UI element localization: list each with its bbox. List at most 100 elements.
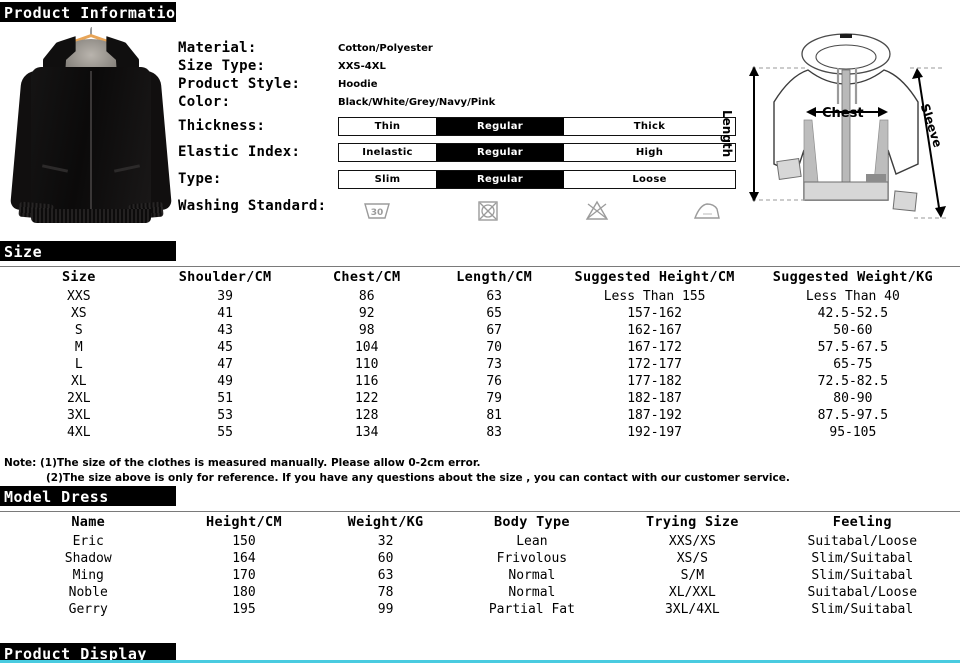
- garment-measurement-diagram: Length Chest Sleeve: [720, 24, 956, 232]
- model-table-cell: 164: [232, 551, 256, 566]
- model-table-cell: Frivolous: [496, 551, 568, 566]
- size-table-header-cell: Suggested Weight/KG: [772, 269, 933, 285]
- size-table-cell: 83: [486, 425, 502, 440]
- model-table-cell: 3XL/4XL: [664, 602, 720, 617]
- svg-text:30: 30: [371, 208, 384, 218]
- size-table-cell: Less Than 155: [603, 289, 706, 304]
- model-table-cell: XS/S: [676, 551, 709, 566]
- size-table-cell: 104: [354, 340, 379, 355]
- size-table-cell: 65: [486, 306, 502, 321]
- model-table-header-cell: Trying Size: [646, 514, 739, 530]
- size-table-cell: 65-75: [833, 357, 873, 372]
- size-table-top-rule: [0, 266, 960, 267]
- model-table-cell: 195: [232, 602, 256, 617]
- option-thickness-regular[interactable]: Regular: [436, 118, 564, 135]
- model-table-row: Eric 150 32 Lean XXS/XS Suitabal/Loose: [8, 533, 952, 550]
- diagram-label-chest: Chest: [822, 106, 864, 121]
- size-table-row: 2XL 51 122 79 182-187 80-90: [8, 390, 952, 407]
- option-type-slim[interactable]: Slim: [339, 171, 436, 188]
- model-table-row: Shadow 164 60 Frivolous XS/S Slim/Suitabal: [8, 550, 952, 567]
- model-table-cell: 78: [377, 585, 394, 600]
- do-not-bleach-icon: [581, 196, 615, 224]
- size-table-row: S 43 98 67 162-167 50-60: [8, 322, 952, 339]
- size-table-cell: 43: [217, 323, 233, 338]
- section-header-model-dress: Model Dress: [0, 486, 176, 506]
- option-type-loose[interactable]: Loose: [564, 171, 735, 188]
- model-table-row: Gerry 195 99 Partial Fat 3XL/4XL Slim/Suitaba…: [8, 601, 952, 618]
- size-table-cell: 2XL: [67, 391, 91, 406]
- model-table-row: Ming 170 63 Normal S/M Slim/Suitabal: [8, 567, 952, 584]
- size-table-row: XS 41 92 65 157-162 42.5-52.5: [8, 305, 952, 322]
- model-table-cell: 63: [377, 568, 394, 583]
- size-table-row: L 47 110 73 172-177 65-75: [8, 356, 952, 373]
- model-table-cell: Normal: [508, 585, 556, 600]
- size-table-cell: XL: [70, 374, 87, 389]
- size-table-cell: 47: [217, 357, 233, 372]
- size-table-row: M 45 104 70 167-172 57.5-67.5: [8, 339, 952, 356]
- spec-value-color: Black/White/Grey/Navy/Pink: [338, 97, 496, 108]
- size-table-cell: 167-172: [627, 340, 683, 355]
- diagram-label-length: Length: [720, 110, 734, 158]
- model-table-cell: 32: [377, 534, 394, 549]
- model-table-cell: 150: [232, 534, 256, 549]
- spec-label-elastic-index: Elastic Index:: [178, 144, 301, 160]
- size-table-cell: 79: [486, 391, 502, 406]
- spec-label-color: Color:: [178, 94, 231, 110]
- model-table-cell: 180: [232, 585, 256, 600]
- size-chart-table: Size Shoulder/CM Chest/CM Length/CM Sugg…: [8, 268, 952, 441]
- model-table-header-cell: Name: [71, 514, 106, 530]
- size-table-cell: 51: [217, 391, 233, 406]
- size-table-cell: 4XL: [67, 425, 91, 440]
- option-group-thickness[interactable]: Thin Regular Thick: [338, 117, 736, 136]
- spec-label-thickness: Thickness:: [178, 118, 266, 134]
- size-table-cell: 86: [358, 289, 375, 304]
- do-not-tumble-dry-icon: [472, 196, 506, 224]
- size-table-header-cell: Shoulder/CM: [178, 269, 272, 285]
- wash-30-icon: 30: [360, 196, 394, 224]
- model-table-header-cell: Feeling: [832, 514, 892, 530]
- size-table-cell: 162-167: [627, 323, 683, 338]
- option-elastic-inelastic[interactable]: Inelastic: [339, 144, 436, 161]
- size-table-cell: 42.5-52.5: [817, 306, 889, 321]
- model-table-cell: Slim/Suitabal: [811, 568, 914, 583]
- option-thickness-thin[interactable]: Thin: [339, 118, 436, 135]
- model-table-cell: Partial Fat: [488, 602, 575, 617]
- size-table-cell: 98: [358, 323, 375, 338]
- option-thickness-thick[interactable]: Thick: [564, 118, 735, 135]
- spec-label-size-type: Size Type:: [178, 58, 266, 74]
- model-table-cell: Shadow: [64, 551, 112, 566]
- size-table-cell: 45: [217, 340, 233, 355]
- size-table-cell: 187-192: [627, 408, 683, 423]
- size-table-cell: 81: [486, 408, 502, 423]
- option-group-elastic-index[interactable]: Inelastic Regular High: [338, 143, 736, 162]
- size-table-cell: 92: [358, 306, 375, 321]
- size-table-row: 4XL 55 134 83 192-197 95-105: [8, 424, 952, 441]
- size-table-cell: 157-162: [627, 306, 683, 321]
- size-table-cell: 41: [217, 306, 233, 321]
- size-table-row: 3XL 53 128 81 187-192 87.5-97.5: [8, 407, 952, 424]
- model-table-top-rule: [0, 511, 960, 512]
- size-table-cell: 73: [486, 357, 502, 372]
- model-table-cell: 99: [377, 602, 394, 617]
- option-type-regular[interactable]: Regular: [436, 171, 564, 188]
- iron-icon: [690, 196, 724, 224]
- spec-label-type: Type:: [178, 171, 222, 187]
- size-table-cell: 128: [354, 408, 379, 423]
- model-table-cell: Noble: [68, 585, 108, 600]
- size-table-cell: 63: [486, 289, 502, 304]
- size-table-cell: 3XL: [67, 408, 91, 423]
- option-elastic-regular[interactable]: Regular: [436, 144, 564, 161]
- size-table-cell: L: [74, 357, 83, 372]
- model-table-cell: 60: [377, 551, 394, 566]
- size-table-header-cell: Length/CM: [456, 269, 533, 285]
- model-table-header-cell: Height/CM: [206, 514, 282, 530]
- model-table-row: Noble 180 78 Normal XL/XXL Suitabal/Loose: [8, 584, 952, 601]
- model-table-cell: Eric: [72, 534, 104, 549]
- size-table-cell: 134: [354, 425, 379, 440]
- model-table-cell: Suitabal/Loose: [807, 534, 918, 549]
- option-group-type[interactable]: Slim Regular Loose: [338, 170, 736, 189]
- option-elastic-high[interactable]: High: [564, 144, 735, 161]
- size-table-cell: XXS: [67, 289, 91, 304]
- model-table-header-row: Name Height/CM Weight/KG Body Type Tryin…: [8, 513, 952, 533]
- size-table-cell: 67: [486, 323, 502, 338]
